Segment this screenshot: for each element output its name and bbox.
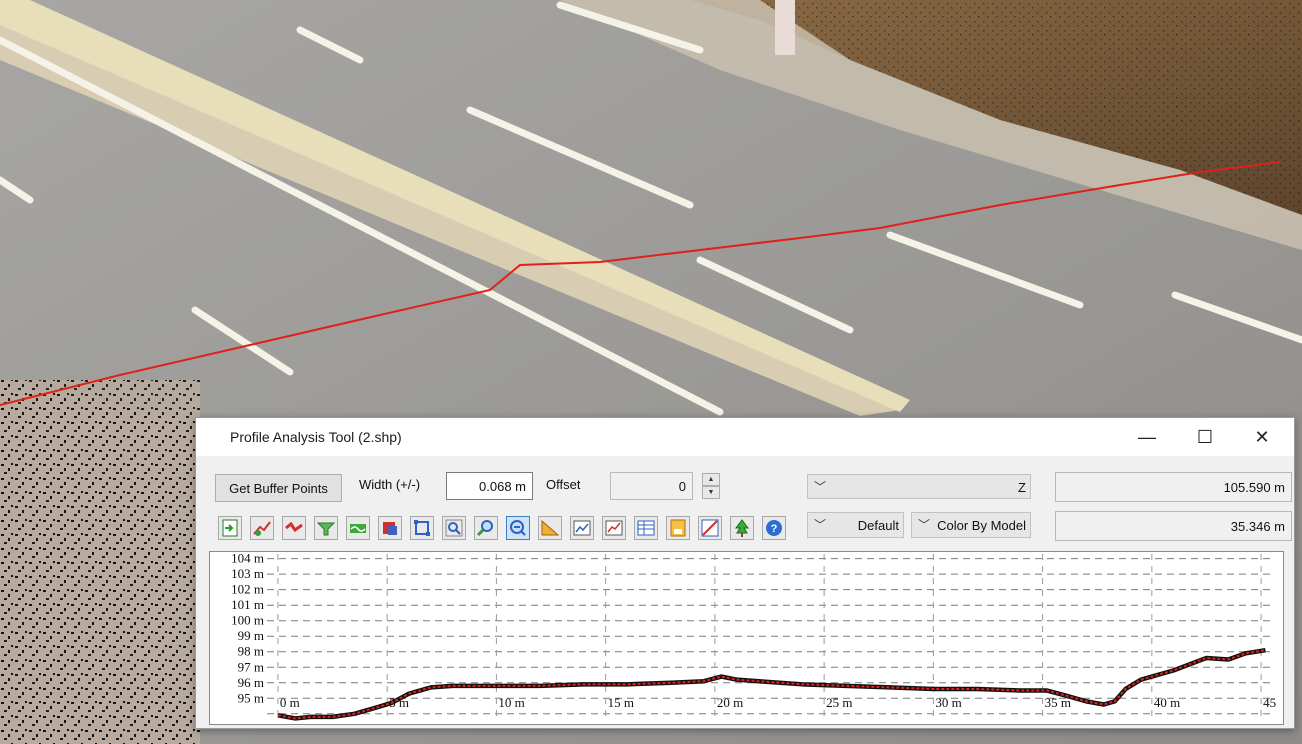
- width-label: Width (+/-): [359, 477, 421, 492]
- export-image-icon[interactable]: [570, 516, 594, 540]
- y-tick-label: 103 m: [231, 566, 264, 581]
- color-mode-select-value: Color By Model: [937, 518, 1026, 533]
- remove-points-icon[interactable]: [282, 516, 306, 540]
- axis-select-value: Z: [1018, 480, 1026, 495]
- y-tick-label: 99 m: [238, 628, 264, 643]
- y-tick-label: 101 m: [231, 597, 264, 612]
- y-tick-label: 97 m: [238, 659, 264, 674]
- y-tick-label: 104 m: [231, 552, 264, 566]
- import-icon[interactable]: [218, 516, 242, 540]
- minimize-button[interactable]: —: [1121, 418, 1173, 456]
- help-icon[interactable]: ?: [762, 516, 786, 540]
- x-tick-label: 45: [1263, 695, 1276, 710]
- delete-icon[interactable]: [378, 516, 402, 540]
- profile-chart-svg[interactable]: 95 m96 m97 m98 m99 m100 m101 m102 m103 m…: [210, 552, 1283, 724]
- profile-analysis-window: Profile Analysis Tool (2.shp) — ☐ ✕ Get …: [195, 417, 1295, 729]
- y-tick-label: 98 m: [238, 644, 264, 659]
- chevron-down-icon: ﹀: [814, 480, 827, 494]
- width-field[interactable]: 0.068 m: [446, 472, 533, 500]
- filter-icon[interactable]: [314, 516, 338, 540]
- close-button[interactable]: ✕: [1236, 418, 1288, 456]
- y-tick-label: 95 m: [238, 690, 264, 705]
- offset-field[interactable]: 0: [610, 472, 693, 500]
- style-select[interactable]: ﹀ Default: [807, 512, 904, 538]
- x-tick-label: 40 m: [1154, 695, 1180, 710]
- save-icon[interactable]: [666, 516, 690, 540]
- smooth-icon[interactable]: [346, 516, 370, 540]
- style-select-value: Default: [857, 518, 899, 533]
- window-title: Profile Analysis Tool (2.shp): [230, 429, 402, 445]
- chevron-down-icon: ﹀: [814, 518, 827, 532]
- slope-icon[interactable]: [698, 516, 722, 540]
- zoom-window-icon[interactable]: [506, 516, 530, 540]
- y-tick-label: 100 m: [231, 613, 264, 628]
- chevron-down-icon: ﹀: [918, 518, 931, 532]
- title-bar[interactable]: Profile Analysis Tool (2.shp) — ☐ ✕: [196, 418, 1294, 456]
- maximize-button[interactable]: ☐: [1179, 418, 1231, 456]
- measure-angle-icon[interactable]: [538, 516, 562, 540]
- y-tick-label: 96 m: [238, 675, 264, 690]
- pick-profile-icon[interactable]: [250, 516, 274, 540]
- tree-icon[interactable]: [730, 516, 754, 540]
- axis-value-field[interactable]: 105.590 m: [1055, 472, 1292, 502]
- x-tick-label: 25 m: [826, 695, 852, 710]
- profile-series-shadow: [277, 647, 1266, 721]
- offset-label: Offset: [546, 477, 581, 492]
- select-rect-icon[interactable]: [410, 516, 434, 540]
- x-tick-label: 30 m: [935, 695, 961, 710]
- x-tick-label: 10 m: [498, 695, 524, 710]
- x-tick-label: 15 m: [608, 695, 634, 710]
- chart-icon[interactable]: [602, 516, 626, 540]
- profile-chart[interactable]: 95 m 96 m 97 m 98 m 99 m 100 m 101 m 102 m 103 m…: [209, 551, 1284, 725]
- color-mode-select[interactable]: ﹀ Color By Model: [911, 512, 1031, 538]
- x-tick-label: 20 m: [717, 695, 743, 710]
- zoom-extent-icon[interactable]: [442, 516, 466, 540]
- offset-spin-down-button[interactable]: ▼: [702, 486, 720, 499]
- x-tick-label: 0 m: [280, 695, 300, 710]
- offset-spin-up-button[interactable]: ▲: [702, 473, 720, 486]
- table-icon[interactable]: [634, 516, 658, 540]
- y-tick-label: 102 m: [231, 582, 264, 597]
- get-buffer-points-button[interactable]: Get Buffer Points: [215, 474, 342, 502]
- second-value-field[interactable]: 35.346 m: [1055, 511, 1292, 541]
- zoom-in-icon[interactable]: [474, 516, 498, 540]
- axis-select[interactable]: ﹀ Z: [807, 474, 1031, 499]
- svg-text:?: ?: [771, 523, 778, 535]
